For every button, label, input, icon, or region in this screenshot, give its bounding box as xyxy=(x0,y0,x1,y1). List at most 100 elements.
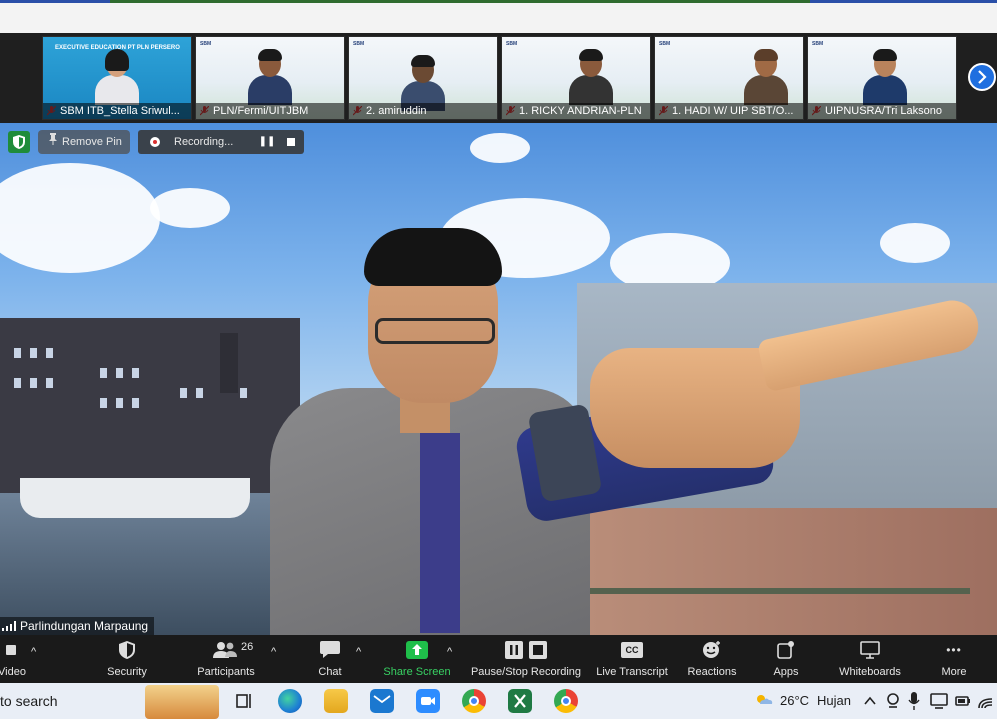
participant-thumbnail[interactable]: SBM 2. amiruddin xyxy=(348,36,498,120)
chrome-profile-icon[interactable] xyxy=(554,689,578,713)
chevron-right-icon xyxy=(978,70,987,84)
battery-icon[interactable] xyxy=(955,694,971,708)
record-dot-icon xyxy=(150,137,160,147)
participant-video xyxy=(401,55,445,111)
search-highlight-image-icon xyxy=(145,685,219,719)
pause-stop-label: Pause/Stop Recording xyxy=(470,666,582,678)
participants-options-caret[interactable]: ^ xyxy=(271,646,276,658)
pause-recording-button[interactable]: ❚❚ xyxy=(256,134,278,150)
participant-name: SBM ITB_Stella Sriwul... xyxy=(43,103,191,119)
cloud xyxy=(470,133,530,163)
reactions-label: Reactions xyxy=(687,666,737,678)
sbm-logo: SBM xyxy=(506,41,518,47)
security-button[interactable]: Security xyxy=(98,635,156,683)
more-button[interactable]: ••• More xyxy=(932,635,976,683)
church-tower xyxy=(220,333,238,393)
sbm-logo: SBM xyxy=(812,41,824,47)
sbm-logo: SBM xyxy=(353,41,365,47)
share-screen-button[interactable]: Share Screen xyxy=(378,635,456,683)
share-screen-icon xyxy=(406,641,428,659)
more-label: More xyxy=(941,666,967,678)
participant-video xyxy=(744,49,788,105)
taskbar-search[interactable]: to search xyxy=(0,683,58,719)
participant-video xyxy=(568,49,613,105)
participant-video xyxy=(95,49,139,105)
sbm-logo: SBM xyxy=(200,41,212,47)
file-explorer-icon[interactable] xyxy=(324,689,348,713)
wifi-icon[interactable] xyxy=(977,693,993,709)
whiteboards-label: Whiteboards xyxy=(839,666,901,678)
video-options-caret[interactable]: ^ xyxy=(31,646,36,658)
zoom-app-icon[interactable] xyxy=(416,689,440,713)
participants-label: Participants xyxy=(197,666,255,678)
participant-name: 2. amiruddin xyxy=(349,103,497,119)
participant-thumbnail[interactable]: SBM 1. RICKY ANDRIAN-PLN xyxy=(501,36,651,120)
glasses xyxy=(375,318,495,344)
participant-name: 1. HADI W/ UIP SBT/O... xyxy=(655,103,803,119)
boat xyxy=(20,478,250,518)
apps-button[interactable]: Apps xyxy=(766,635,806,683)
participants-icon xyxy=(213,642,237,658)
participant-video xyxy=(248,49,292,105)
chat-button[interactable]: Chat xyxy=(310,635,350,683)
participant-video xyxy=(862,49,907,105)
share-options-caret[interactable]: ^ xyxy=(447,646,452,658)
microphone-icon[interactable] xyxy=(908,692,920,710)
participant-thumbnail[interactable]: SBM 1. HADI W/ UIP SBT/O... xyxy=(654,36,804,120)
signal-strength-icon xyxy=(2,621,16,631)
reactions-button[interactable]: Reactions xyxy=(684,635,740,683)
chrome-browser-icon[interactable] xyxy=(462,689,486,713)
participant-thumbnail[interactable]: SBM PLN/Fermi/UITJBM xyxy=(195,36,345,120)
participant-thumbnail-strip: EXECUTIVE EDUCATION PT PLN PERSERO SBM I… xyxy=(0,33,997,123)
security-label: Security xyxy=(107,666,147,678)
edge-browser-icon[interactable] xyxy=(278,689,302,713)
chat-options-caret[interactable]: ^ xyxy=(356,646,361,658)
browser-top-strip xyxy=(0,0,997,33)
recording-indicator: Recording... ❚❚ xyxy=(138,130,304,154)
chevron-up-icon[interactable] xyxy=(864,696,876,706)
meeting-toolbar: Video ^ Security 26 Participants ^ Chat … xyxy=(0,635,997,683)
share-screen-label: Share Screen xyxy=(383,666,451,678)
apps-icon xyxy=(777,641,794,659)
video-button[interactable]: Video xyxy=(0,635,28,683)
pause-stop-recording-button[interactable]: Pause/Stop Recording xyxy=(466,635,586,683)
participant-thumbnail[interactable]: EXECUTIVE EDUCATION PT PLN PERSERO SBM I… xyxy=(42,36,192,120)
display-icon[interactable] xyxy=(930,693,948,709)
encryption-shield-icon[interactable] xyxy=(8,131,30,153)
camera-indicator-icon[interactable] xyxy=(886,693,900,709)
stop-icon xyxy=(287,138,295,146)
top-accent-bar xyxy=(110,0,810,3)
speaker-figure xyxy=(260,223,997,635)
participants-button[interactable]: 26 Participants xyxy=(190,635,262,683)
live-transcript-button[interactable]: CC Live Transcript xyxy=(594,635,670,683)
cloud xyxy=(0,163,160,273)
next-page-button[interactable] xyxy=(968,63,996,91)
remove-pin-button[interactable]: Remove Pin xyxy=(38,130,130,154)
task-view-icon[interactable] xyxy=(232,689,256,713)
more-dots-icon: ••• xyxy=(946,643,962,657)
participants-count: 26 xyxy=(241,641,254,653)
stop-recording-button[interactable] xyxy=(280,134,302,150)
reactions-smiley-icon xyxy=(703,641,720,658)
top-accent-left xyxy=(0,0,110,3)
top-accent-right xyxy=(810,0,997,3)
cloud xyxy=(150,188,230,228)
chat-bubble-icon xyxy=(320,641,340,658)
participant-name: UIPNUSRA/Tri Laksono xyxy=(808,103,956,119)
video-camera-icon xyxy=(6,645,16,655)
speaker-name: Parlindungan Marpaung xyxy=(20,619,149,633)
weather-text: Hujan xyxy=(817,693,851,708)
participant-thumbnail[interactable]: SBM UIPNUSRA/Tri Laksono xyxy=(807,36,957,120)
whiteboards-button[interactable]: Whiteboards xyxy=(834,635,906,683)
mail-icon[interactable] xyxy=(370,689,394,713)
temperature: 26°C xyxy=(780,693,810,708)
windows-taskbar: to search 26°C Hujan xyxy=(0,683,997,719)
speaker-name-tag: Parlindungan Marpaung xyxy=(0,617,155,635)
participant-name: PLN/Fermi/UITJBM xyxy=(196,103,344,119)
weather-rain-icon xyxy=(757,695,773,704)
live-transcript-label: Live Transcript xyxy=(596,666,668,678)
whiteboard-icon xyxy=(860,641,880,659)
participant-name: 1. RICKY ANDRIAN-PLN xyxy=(502,103,650,119)
excel-icon[interactable] xyxy=(508,689,532,713)
apps-label: Apps xyxy=(773,666,799,678)
